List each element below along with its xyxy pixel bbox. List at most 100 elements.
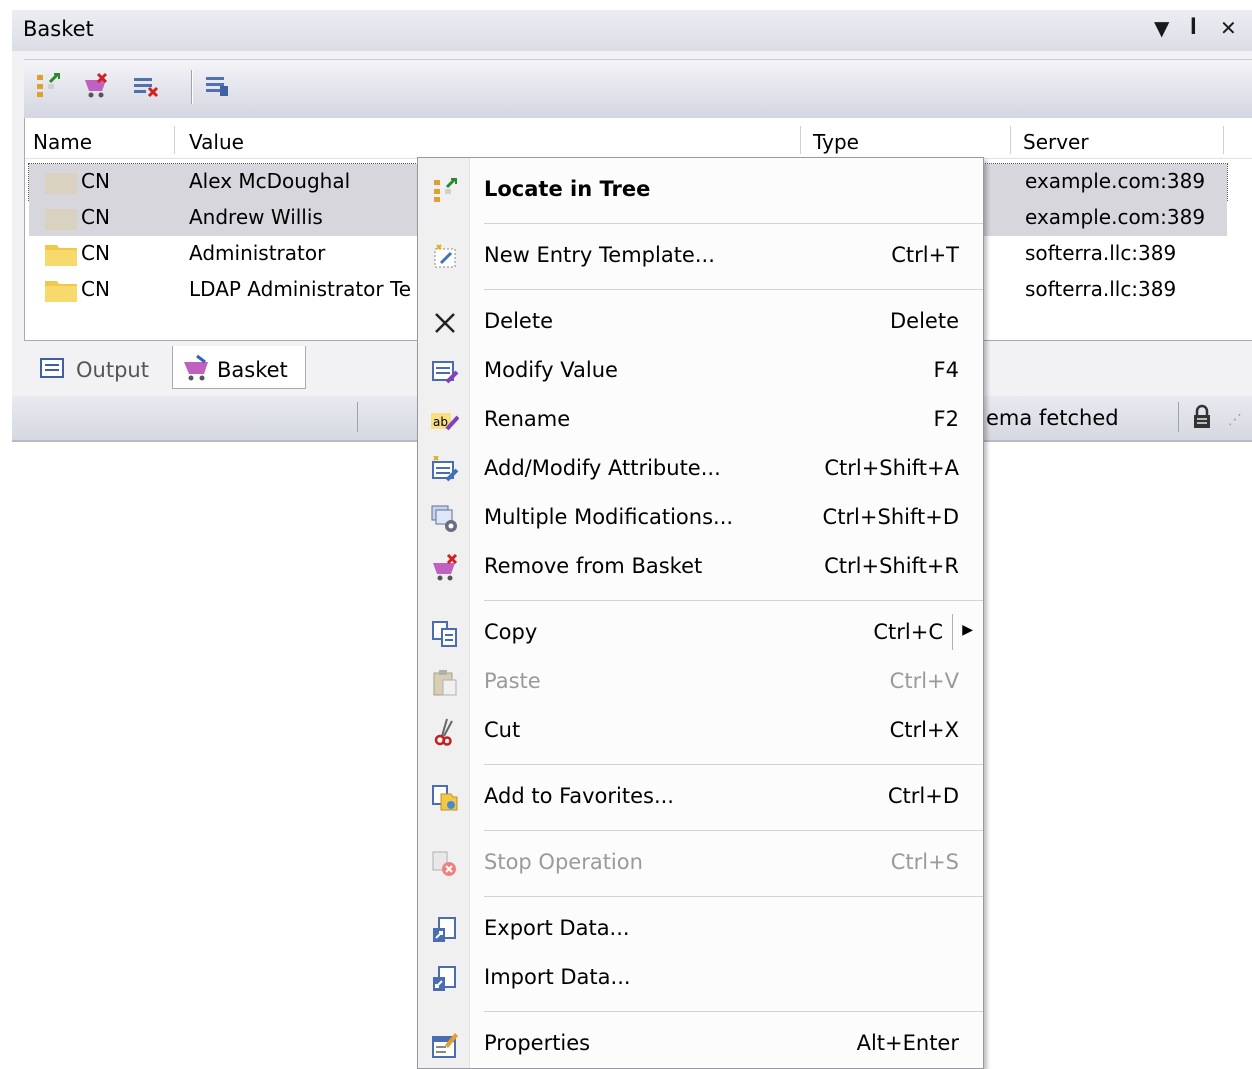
status-divider: [1178, 402, 1179, 432]
menu-item-delete[interactable]: Delete Delete: [418, 299, 983, 345]
svg-text:ab: ab: [433, 415, 448, 429]
menu-item-shortcut: Ctrl+Shift+D: [822, 505, 959, 529]
menu-item-shortcut: Ctrl+X: [889, 718, 959, 742]
menu-item-copy[interactable]: Copy Ctrl+C ▶: [418, 610, 983, 656]
row-name: CN: [81, 277, 110, 301]
menu-separator: [484, 1011, 983, 1012]
menu-item-shortcut: Ctrl+T: [891, 243, 959, 267]
menu-item-modify-value[interactable]: Modify Value F4: [418, 348, 983, 394]
column-server[interactable]: Server: [1023, 130, 1089, 154]
row-server: example.com:389: [1025, 169, 1206, 193]
column-divider[interactable]: [174, 126, 175, 154]
multi-modify-icon: [431, 505, 457, 532]
menu-item-rename[interactable]: ab Rename F2: [418, 397, 983, 443]
menu-separator: [484, 896, 983, 897]
menu-item-label: Rename: [484, 407, 571, 431]
menu-item-import-data[interactable]: Import Data...: [418, 955, 983, 1001]
menu-item-shortcut: Ctrl+S: [890, 850, 959, 874]
clear-list-icon[interactable]: [132, 72, 160, 100]
menu-separator: [484, 289, 983, 290]
menu-separator: [484, 764, 983, 765]
column-divider[interactable]: [1223, 126, 1224, 154]
menu-item-properties[interactable]: Properties Alt+Enter: [418, 1021, 983, 1067]
folder-icon: [45, 245, 77, 266]
dropdown-arrow-icon[interactable]: ▼: [1154, 16, 1169, 40]
toolbar-separator: [191, 70, 193, 104]
menu-item-label: Paste: [484, 669, 541, 693]
status-divider: [357, 402, 358, 432]
basket-icon: [184, 354, 208, 381]
menu-item-label: Export Data...: [484, 916, 630, 940]
menu-item-shortcut: Ctrl+C: [873, 620, 943, 644]
menu-item-label: Add/Modify Attribute...: [484, 456, 721, 480]
scissors-icon: [434, 718, 453, 746]
row-name: CN: [81, 169, 110, 193]
menu-item-label: Import Data...: [484, 965, 631, 989]
menu-item-multiple-modifications[interactable]: Multiple Modifications... Ctrl+Shift+D: [418, 495, 983, 541]
menu-item-paste[interactable]: Paste Ctrl+V: [418, 659, 983, 705]
menu-item-label: Modify Value: [484, 358, 618, 382]
menu-item-add-to-favorites[interactable]: Add to Favorites... Ctrl+D: [418, 774, 983, 820]
close-icon[interactable]: ✕: [1220, 16, 1237, 40]
panel-title: Basket: [23, 17, 94, 41]
properties-icon: [432, 1033, 458, 1058]
copy-icon: [432, 621, 457, 647]
column-name[interactable]: Name: [33, 130, 92, 154]
resize-grip-icon[interactable]: ⋰: [1228, 412, 1242, 428]
folder-icon: [45, 209, 77, 230]
row-name: CN: [81, 205, 110, 229]
import-icon: [433, 966, 456, 991]
add-attribute-icon: [432, 456, 459, 482]
menu-item-shortcut: F2: [933, 407, 959, 431]
menu-item-stop-operation[interactable]: Stop Operation Ctrl+S: [418, 840, 983, 886]
menu-item-label: Locate in Tree: [484, 177, 651, 201]
lock-icon: [1194, 404, 1210, 428]
menu-item-shortcut: Ctrl+V: [889, 669, 959, 693]
favorites-icon: [432, 785, 458, 811]
menu-item-shortcut: Ctrl+D: [887, 784, 959, 808]
split-divider: [952, 614, 953, 650]
row-value: LDAP Administrator Te: [189, 277, 412, 301]
tab-output[interactable]: Output: [36, 346, 168, 388]
row-name: CN: [81, 241, 110, 265]
tab-basket[interactable]: Basket: [172, 346, 306, 389]
panel-titlebar: Basket ▼ ꟾ ✕: [12, 10, 1252, 51]
menu-item-new-entry-template[interactable]: New Entry Template... Ctrl+T: [418, 233, 983, 279]
status-text: ema fetched: [986, 406, 1119, 430]
locate-tree-icon[interactable]: [34, 72, 62, 100]
column-divider[interactable]: [800, 126, 801, 154]
menu-item-export-data[interactable]: Export Data...: [418, 906, 983, 952]
stop-icon: [432, 851, 456, 876]
menu-item-shortcut: Alt+Enter: [856, 1031, 959, 1055]
menu-separator: [484, 223, 983, 224]
basket-remove-icon[interactable]: [82, 72, 110, 100]
column-divider[interactable]: [1010, 126, 1011, 154]
row-server: softerra.llc:389: [1025, 241, 1177, 265]
menu-item-label: New Entry Template...: [484, 243, 715, 267]
row-value: Andrew Willis: [189, 205, 323, 229]
menu-item-add-modify-attribute[interactable]: Add/Modify Attribute... Ctrl+Shift+A: [418, 446, 983, 492]
columns-icon[interactable]: [204, 72, 232, 100]
column-value[interactable]: Value: [189, 130, 244, 154]
menu-item-locate-in-tree[interactable]: Locate in Tree: [418, 167, 983, 213]
menu-item-shortcut: F4: [933, 358, 959, 382]
menu-item-label: Copy: [484, 620, 538, 644]
menu-item-shortcut: Ctrl+Shift+R: [824, 554, 959, 578]
menu-separator: [484, 600, 983, 601]
basket-remove-icon: [433, 554, 458, 581]
modify-value-icon: [432, 361, 459, 384]
menu-item-cut[interactable]: Cut Ctrl+X: [418, 708, 983, 754]
menu-item-remove-from-basket[interactable]: Remove from Basket Ctrl+Shift+R: [418, 544, 983, 590]
row-server: example.com:389: [1025, 205, 1206, 229]
tab-basket-label: Basket: [217, 358, 288, 382]
folder-icon: [45, 281, 77, 302]
row-value: Alex McDoughal: [189, 169, 351, 193]
tab-output-label: Output: [76, 358, 149, 382]
column-type[interactable]: Type: [813, 130, 859, 154]
pin-icon[interactable]: ꟾ: [1190, 18, 1197, 39]
submenu-arrow-icon[interactable]: ▶: [962, 622, 973, 638]
row-value: Administrator: [189, 241, 326, 265]
menu-item-label: Delete: [484, 309, 553, 333]
paste-icon: [433, 670, 457, 696]
column-header: Name Value Type Server: [25, 118, 1252, 159]
